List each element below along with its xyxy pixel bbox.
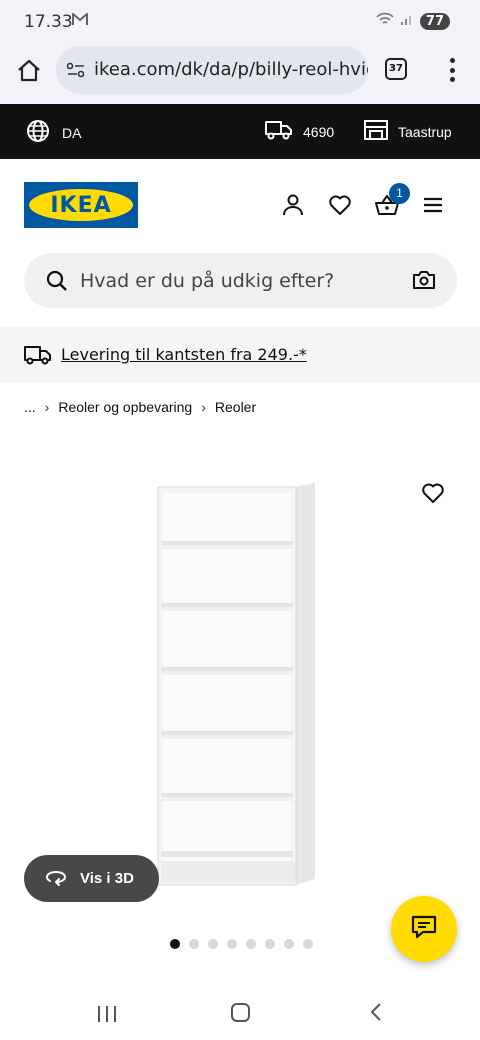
camera-search-icon[interactable] <box>412 270 436 295</box>
address-bar[interactable]: ikea.com/dk/da/p/billy-reol-hvid <box>56 46 368 94</box>
search-placeholder[interactable]: Hvad er du på udkig efter? <box>80 270 334 292</box>
utility-bar: DA 4690 Taastrup <box>0 104 480 159</box>
delivery-banner: Levering til kantsten fra 249.-* <box>0 327 480 383</box>
carousel-dot[interactable] <box>284 939 294 949</box>
recent-apps-icon[interactable] <box>97 1005 117 1028</box>
signal-icon <box>400 12 414 31</box>
status-time: 17.33 <box>24 12 73 32</box>
site-settings-icon[interactable] <box>66 62 86 83</box>
delivery-truck-icon <box>24 344 52 371</box>
chevron-right-icon: › <box>201 399 206 415</box>
carousel-dot[interactable] <box>303 939 313 949</box>
breadcrumb-item-shelves[interactable]: Reoler <box>215 399 256 415</box>
postal-code-label: 4690 <box>303 123 335 140</box>
browser-home-icon[interactable] <box>16 58 42 84</box>
ikea-logo[interactable]: IKEA <box>24 182 138 228</box>
browser-toolbar: ikea.com/dk/da/p/billy-reol-hvid 37 <box>0 44 480 104</box>
home-icon[interactable] <box>231 1003 250 1022</box>
chat-bubble-icon <box>411 915 437 944</box>
language-label: DA <box>62 124 82 141</box>
gmail-icon <box>72 12 88 31</box>
chevron-right-icon: › <box>44 399 50 415</box>
url-text[interactable]: ikea.com/dk/da/p/billy-reol-hvid <box>94 59 368 80</box>
store-selector[interactable]: Taastrup <box>364 120 452 143</box>
carousel-dot[interactable] <box>170 939 180 949</box>
account-icon[interactable] <box>281 193 305 217</box>
delivery-truck-icon <box>265 120 293 143</box>
carousel-dot[interactable] <box>189 939 199 949</box>
battery-indicator: 77 <box>419 13 450 30</box>
carousel-dot[interactable] <box>208 939 218 949</box>
cart-count-badge: 1 <box>389 183 410 204</box>
tab-switcher-button[interactable]: 37 <box>385 58 407 80</box>
chat-button[interactable] <box>391 896 457 962</box>
breadcrumb-item-shelves-storage[interactable]: Reoler og opbevaring <box>58 399 192 415</box>
logo-wordmark: IKEA <box>29 189 133 221</box>
globe-icon <box>26 119 50 146</box>
wifi-icon <box>376 12 394 31</box>
system-navigation-bar <box>0 985 480 1040</box>
view-in-3d-button[interactable]: Vis i 3D <box>24 855 159 902</box>
rotate-3d-icon <box>44 868 68 890</box>
back-icon[interactable] <box>370 1002 382 1027</box>
product-image-bookcase[interactable] <box>157 483 317 888</box>
store-label: Taastrup <box>398 123 452 140</box>
store-icon <box>364 120 388 143</box>
search-bar[interactable]: Hvad er du på udkig efter? <box>24 253 457 308</box>
carousel-dot[interactable] <box>227 939 237 949</box>
delivery-link[interactable]: Levering til kantsten fra 249.-* <box>61 345 307 364</box>
view-in-3d-label: Vis i 3D <box>80 870 134 887</box>
postal-code-selector[interactable]: 4690 <box>265 120 334 143</box>
carousel-dot[interactable] <box>246 939 256 949</box>
breadcrumb-ellipsis[interactable]: ... <box>24 399 36 415</box>
image-carousel-dots <box>170 939 313 949</box>
language-selector[interactable]: DA <box>26 119 81 146</box>
hamburger-menu-icon[interactable] <box>422 193 446 217</box>
status-indicators: 77 <box>376 12 450 31</box>
browser-menu-icon[interactable] <box>446 58 458 82</box>
favorites-heart-icon[interactable] <box>328 193 352 217</box>
add-to-favorites-heart-icon[interactable] <box>421 481 445 505</box>
search-icon <box>46 270 68 297</box>
status-bar: 17.33 77 <box>0 0 480 44</box>
breadcrumb: ... › Reoler og opbevaring › Reoler <box>24 399 256 415</box>
carousel-dot[interactable] <box>265 939 275 949</box>
